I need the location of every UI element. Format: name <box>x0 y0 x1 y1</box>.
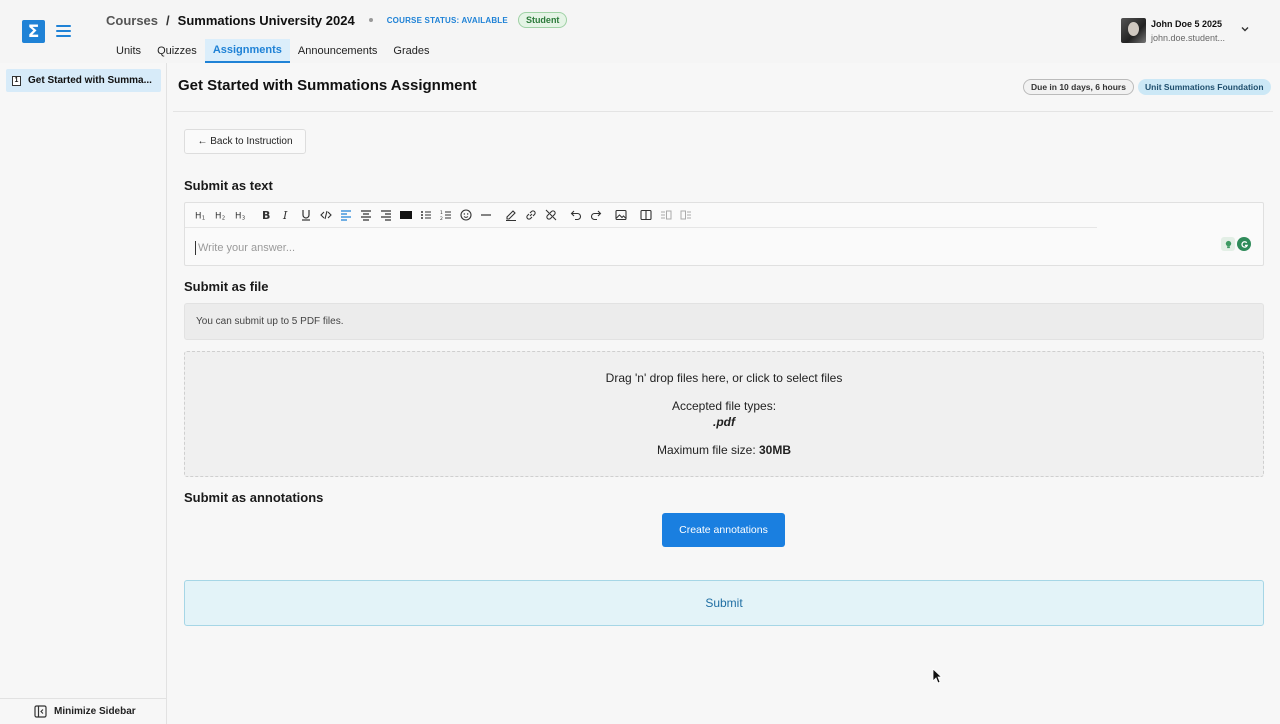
course-status: COURSE STATUS: AVAILABLE <box>386 15 508 25</box>
create-annotations-button[interactable]: Create annotations <box>662 513 785 547</box>
submit-button[interactable]: Submit <box>184 580 1264 626</box>
highlight-icon[interactable] <box>502 207 520 223</box>
submit-as-annotations-heading: Submit as annotations <box>184 490 324 505</box>
breadcrumb-courses-link[interactable]: Courses <box>106 13 158 28</box>
breadcrumb: Courses / Summations University 2024 COU… <box>106 11 568 29</box>
accepted-types-label: Accepted file types: <box>671 399 777 413</box>
heading-1-icon[interactable]: H1 <box>192 207 210 223</box>
file-limit-info: You can submit up to 5 PDF files. <box>184 303 1264 340</box>
sigma-logo-icon[interactable]: Σ <box>22 20 45 43</box>
chevron-down-icon[interactable] <box>1240 24 1250 34</box>
minimize-sidebar-label: Minimize Sidebar <box>54 706 136 717</box>
unlink-icon[interactable] <box>542 207 560 223</box>
bullet-list-icon[interactable] <box>417 207 435 223</box>
editor-extensions <box>1221 237 1253 253</box>
heading-3-icon[interactable]: H3 <box>232 207 250 223</box>
breadcrumb-course-title: Summations University 2024 <box>177 12 355 28</box>
svg-text:I: I <box>282 209 288 221</box>
text-editor[interactable]: H1 H2 H3 B I 12 Write your answer... <box>184 202 1264 266</box>
redo-icon[interactable] <box>587 207 605 223</box>
page-title: Get Started with Summations Assignment <box>178 77 477 94</box>
sidebar-item-label: Get Started with Summa... <box>28 75 152 86</box>
divider <box>173 111 1273 112</box>
insert-right-icon[interactable] <box>677 207 695 223</box>
svg-text:H: H <box>215 211 221 221</box>
image-icon[interactable] <box>612 207 630 223</box>
user-name: John Doe 5 2025 <box>1151 19 1223 29</box>
svg-text:B: B <box>262 209 270 221</box>
ordered-list-icon[interactable]: 12 <box>437 207 455 223</box>
tab-quizzes[interactable]: Quizzes <box>149 39 205 63</box>
max-file-size: Maximum file size: 30MB <box>185 443 1263 457</box>
mouse-cursor-icon <box>932 668 942 684</box>
underline-icon[interactable] <box>297 207 315 223</box>
undo-icon[interactable] <box>567 207 585 223</box>
tab-announcements[interactable]: Announcements <box>290 39 386 63</box>
unit-badge: Unit Summations Foundation <box>1138 79 1271 95</box>
italic-icon[interactable]: I <box>277 207 295 223</box>
lightbulb-icon[interactable] <box>1221 237 1235 251</box>
sidebar-collapse-icon <box>34 705 47 718</box>
text-color-icon[interactable] <box>397 207 415 223</box>
svg-text:1: 1 <box>440 210 443 216</box>
svg-text:3: 3 <box>242 215 245 221</box>
answer-input[interactable]: Write your answer... <box>195 241 295 255</box>
emoji-icon[interactable] <box>457 207 475 223</box>
top-header: Σ Courses / Summations University 2024 C… <box>0 0 1280 63</box>
dropzone-instruction: Drag 'n' drop files here, or click to se… <box>605 371 843 385</box>
split-column-icon[interactable] <box>637 207 655 223</box>
horizontal-rule-icon[interactable] <box>477 207 495 223</box>
submit-as-text-heading: Submit as text <box>184 178 273 193</box>
svg-text:2: 2 <box>222 215 225 221</box>
link-icon[interactable] <box>522 207 540 223</box>
user-email: john.doe.student... <box>1151 33 1226 43</box>
insert-left-icon[interactable] <box>657 207 675 223</box>
tab-grades[interactable]: Grades <box>385 39 437 63</box>
dot-separator-icon <box>368 18 373 22</box>
file-dropzone[interactable]: Drag 'n' drop files here, or click to se… <box>184 351 1264 477</box>
breadcrumb-separator: / <box>166 12 170 28</box>
align-center-icon[interactable] <box>357 207 375 223</box>
avatar <box>1121 18 1146 43</box>
grammarly-icon[interactable] <box>1237 237 1251 251</box>
editor-toolbar: H1 H2 H3 B I 12 <box>185 203 1097 228</box>
heading-2-icon[interactable]: H2 <box>212 207 230 223</box>
course-tabs: Units Quizzes Assignments Announcements … <box>108 39 437 63</box>
submit-as-file-heading: Submit as file <box>184 279 269 294</box>
role-badge: Student <box>517 12 568 28</box>
svg-text:1: 1 <box>202 215 205 221</box>
align-right-icon[interactable] <box>377 207 395 223</box>
minimize-sidebar-button[interactable]: Minimize Sidebar <box>0 698 166 724</box>
accepted-types-value: .pdf <box>713 415 735 429</box>
tab-assignments[interactable]: Assignments <box>204 39 290 63</box>
sidebar: 1 Get Started with Summa... Minimize Sid… <box>0 63 167 724</box>
due-badge: Due in 10 days, 6 hours <box>1023 79 1134 95</box>
back-to-instruction-button[interactable]: ← Back to Instruction <box>184 129 306 154</box>
bold-icon[interactable]: B <box>257 207 275 223</box>
max-size-value: 30MB <box>759 443 792 457</box>
code-icon[interactable] <box>317 207 335 223</box>
sidebar-item-get-started[interactable]: 1 Get Started with Summa... <box>6 69 161 92</box>
sidebar-item-number: 1 <box>12 75 21 86</box>
svg-text:H: H <box>235 211 241 221</box>
tab-units[interactable]: Units <box>108 39 149 63</box>
max-size-label: Maximum file size: <box>656 443 759 457</box>
menu-icon[interactable] <box>56 25 71 37</box>
align-left-icon[interactable] <box>337 207 355 223</box>
svg-text:H: H <box>195 211 201 221</box>
svg-text:2: 2 <box>440 216 443 221</box>
